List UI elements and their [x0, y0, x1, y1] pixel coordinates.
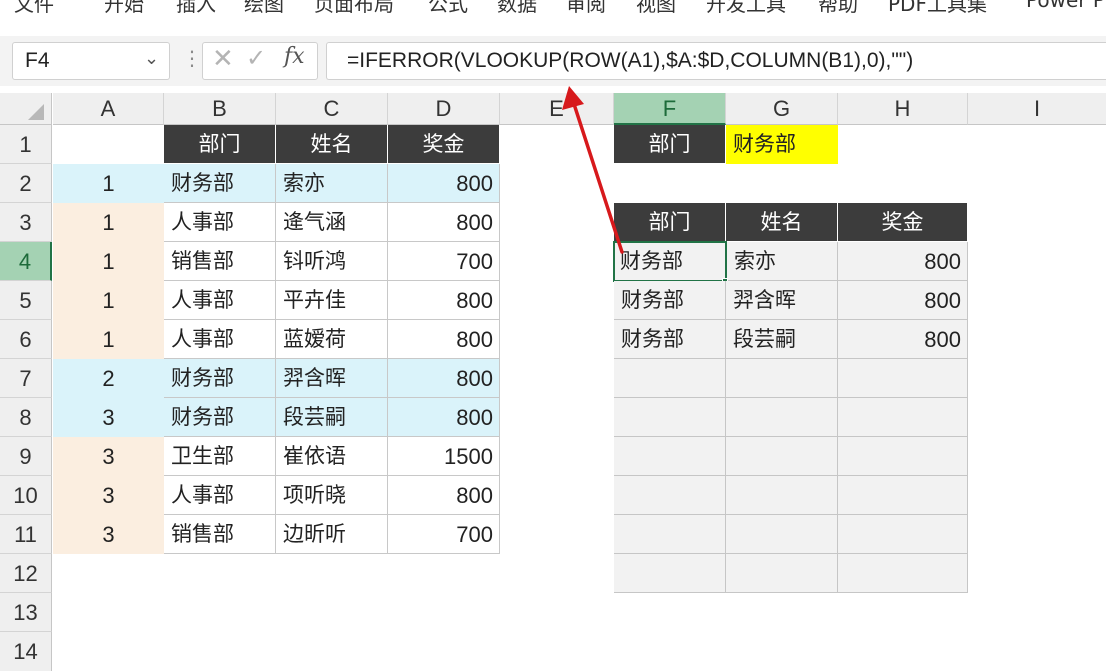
- annotation-arrow-icon: [562, 86, 624, 254]
